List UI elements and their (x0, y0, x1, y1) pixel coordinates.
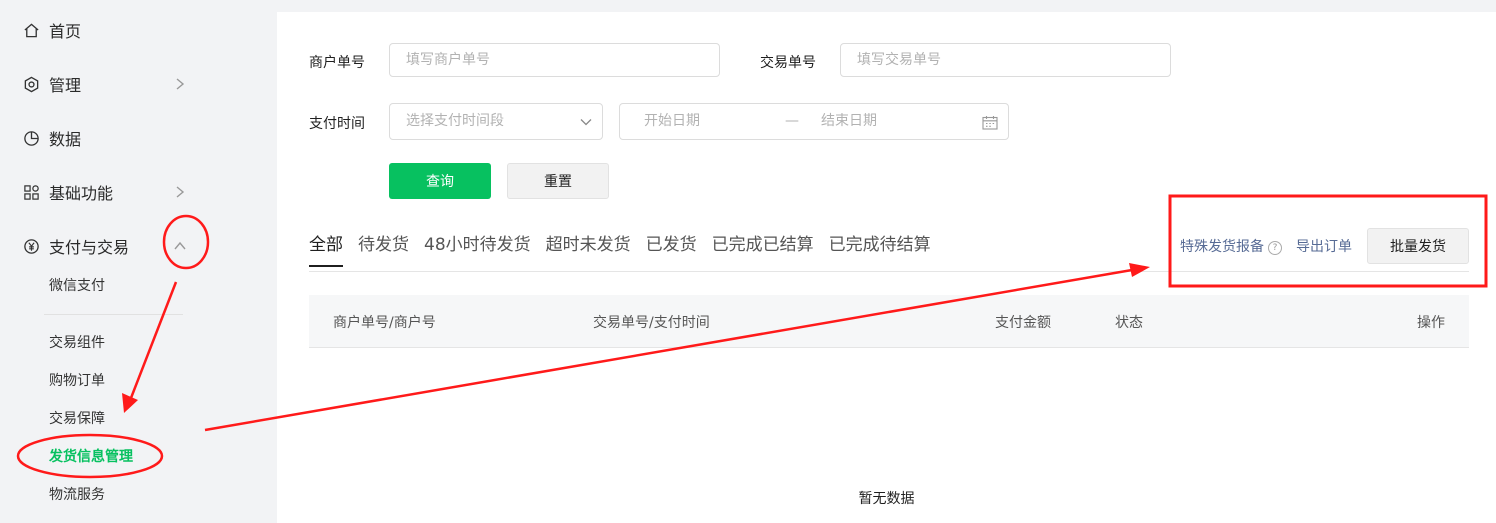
trade-no-label: 交易单号 (760, 55, 816, 71)
empty-state-text: 暂无数据 (858, 491, 915, 507)
tab-completed-pending-settlement[interactable]: 已完成待结算 (829, 230, 931, 265)
nav-item-manage[interactable]: 管理 (22, 72, 81, 96)
merchant-no-label: 商户单号 (309, 55, 365, 71)
chevron-down-icon (580, 119, 592, 126)
merchant-no-input[interactable]: 填写商户单号 (389, 43, 720, 77)
export-orders-link[interactable]: 导出订单 (1296, 236, 1352, 256)
sub-item-wechat-pay[interactable]: 微信支付 (49, 276, 105, 296)
nav-item-home[interactable]: 首页 (22, 18, 81, 42)
query-button[interactable]: 查询 (389, 163, 491, 199)
end-date-input[interactable]: 结束日期 (821, 104, 877, 139)
nav-item-label: 管理 (49, 76, 82, 95)
grid-icon (22, 183, 40, 201)
main-panel: 商户单号 填写商户单号 交易单号 填写交易单号 支付时间 选择支付时间段 开始日… (277, 12, 1496, 523)
chevron-right-icon[interactable] (173, 77, 187, 91)
start-date-input[interactable]: 开始日期 (644, 104, 700, 139)
nav-item-basic-functions[interactable]: 基础功能 (22, 180, 113, 204)
chevron-up-icon[interactable] (173, 239, 187, 253)
sidebar: 首页 管理 数据 基础功能 支付与交易 微信支付 交易组件 购物订单 交易保障 … (0, 0, 276, 523)
home-icon (22, 21, 40, 39)
nav-item-label: 首页 (49, 22, 82, 41)
column-actions: 操作 (1417, 315, 1445, 331)
tab-all[interactable]: 全部 (309, 230, 343, 267)
sidebar-divider (44, 314, 183, 315)
nav-item-label: 支付与交易 (49, 238, 130, 257)
batch-ship-button[interactable]: 批量发货 (1367, 228, 1469, 264)
tab-completed-settled[interactable]: 已完成已结算 (712, 230, 814, 265)
trade-no-input[interactable]: 填写交易单号 (840, 43, 1171, 77)
status-tabs: 全部 待发货 48小时待发货 超时未发货 已发货 已完成已结算 已完成待结算 (309, 230, 946, 267)
tab-48h-pending[interactable]: 48小时待发货 (424, 230, 531, 265)
table-header: 商户单号/商户号 交易单号/支付时间 支付金额 状态 操作 (309, 295, 1469, 347)
column-trade-no: 交易单号/支付时间 (593, 315, 710, 331)
sub-item-trade-guarantee[interactable]: 交易保障 (49, 409, 105, 429)
date-separator: — (785, 113, 799, 129)
sub-item-trade-component[interactable]: 交易组件 (49, 333, 105, 353)
reset-button[interactable]: 重置 (507, 163, 609, 199)
column-status: 状态 (1115, 315, 1143, 331)
tab-shipped[interactable]: 已发货 (646, 230, 697, 265)
column-merchant-no: 商户单号/商户号 (333, 315, 436, 331)
sub-item-logistics-service[interactable]: 物流服务 (49, 485, 105, 505)
date-range-picker[interactable]: 开始日期 — 结束日期 (619, 103, 1009, 140)
pay-time-select-value: 选择支付时间段 (406, 113, 504, 129)
pie-chart-icon (22, 129, 40, 147)
sub-item-shipping-info-management[interactable]: 发货信息管理 (49, 447, 133, 467)
table-header-divider (309, 347, 1469, 348)
calendar-icon (982, 116, 998, 130)
column-amount: 支付金额 (995, 315, 1051, 331)
help-icon[interactable]: ? (1268, 241, 1282, 255)
nav-item-label: 数据 (49, 130, 82, 149)
sub-item-shopping-orders[interactable]: 购物订单 (49, 371, 105, 391)
pay-time-label: 支付时间 (309, 116, 365, 132)
tabs-divider (309, 271, 1469, 272)
yuan-icon (22, 237, 40, 255)
special-report-label: 特殊发货报备 (1180, 239, 1264, 255)
nav-item-data[interactable]: 数据 (22, 126, 81, 150)
tab-overdue-unshipped[interactable]: 超时未发货 (546, 230, 631, 265)
pay-time-select[interactable]: 选择支付时间段 (389, 103, 603, 140)
special-report-link[interactable]: 特殊发货报备? (1180, 236, 1282, 256)
nav-item-label: 基础功能 (49, 184, 114, 203)
tab-pending-shipment[interactable]: 待发货 (358, 230, 409, 265)
nav-item-payment-trade[interactable]: 支付与交易 (22, 234, 129, 258)
settings-icon (22, 75, 40, 93)
chevron-right-icon[interactable] (173, 185, 187, 199)
